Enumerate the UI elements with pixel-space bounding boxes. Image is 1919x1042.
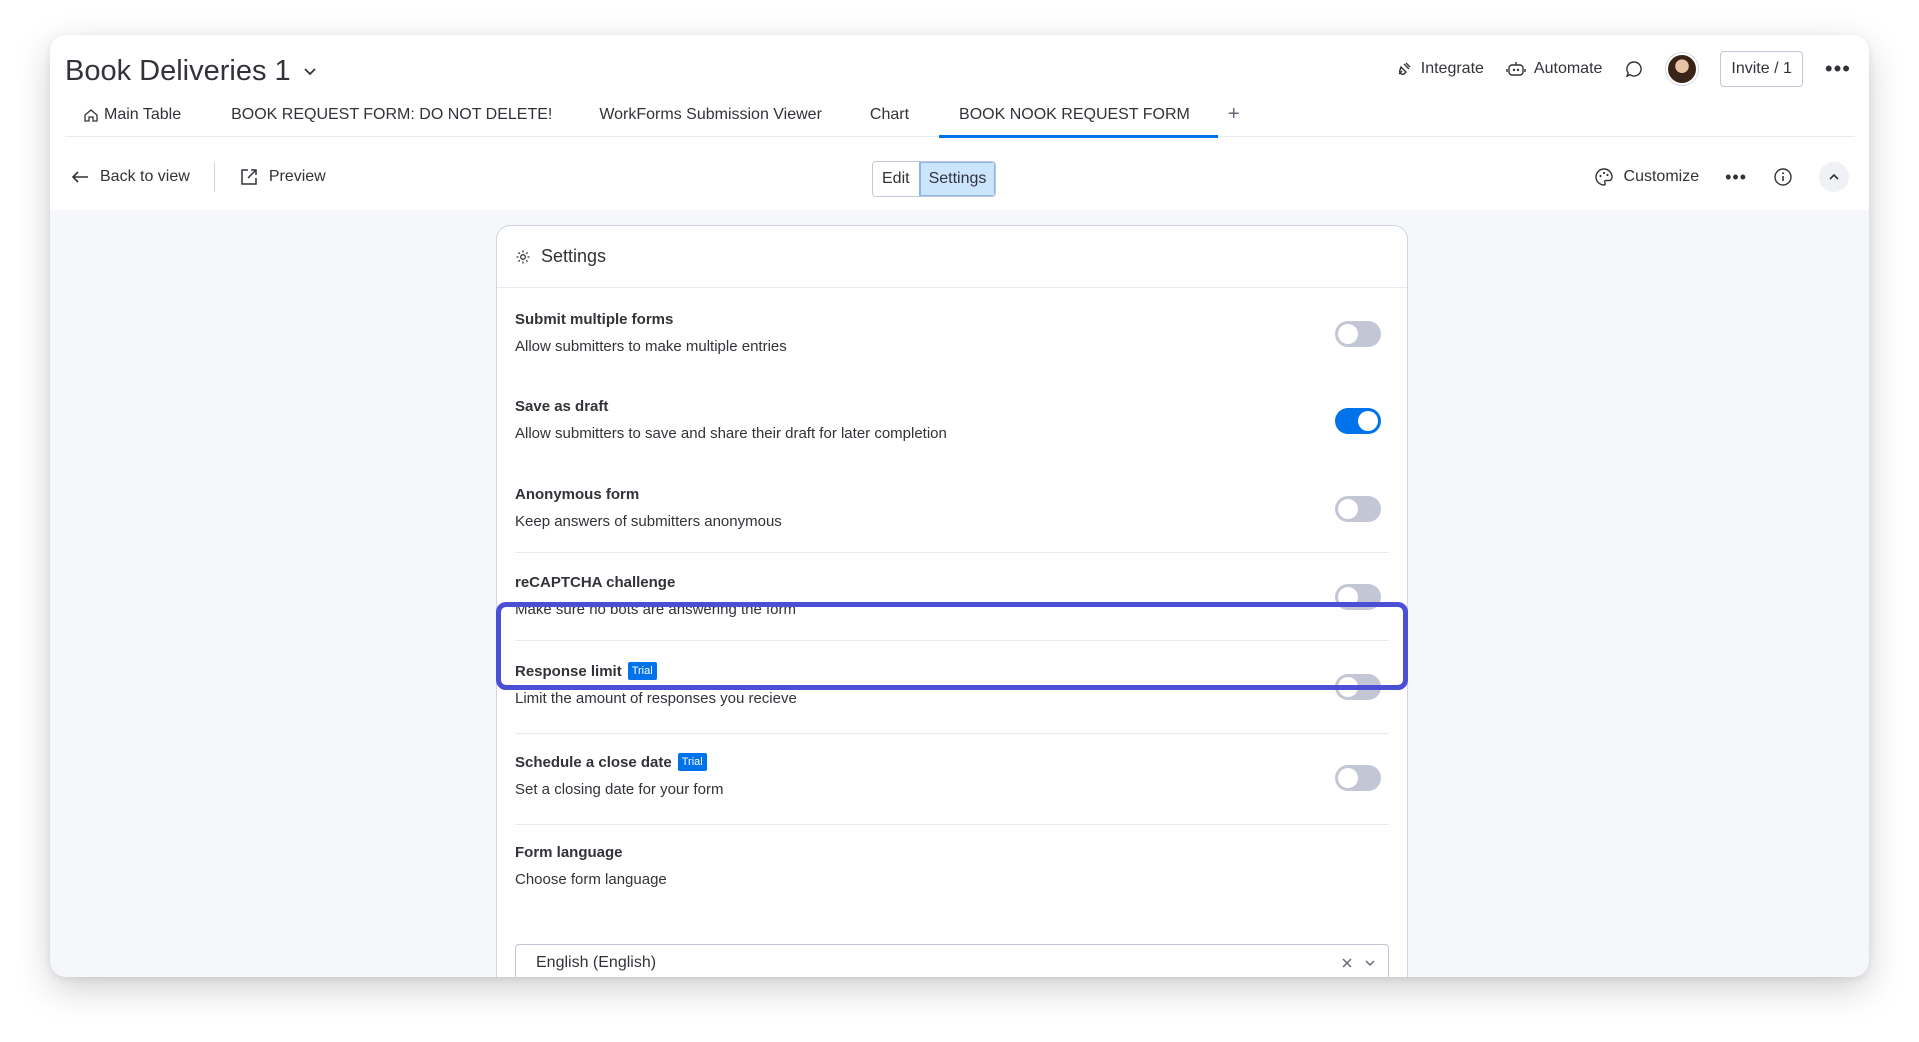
chevron-down-icon[interactable] — [301, 62, 319, 80]
invite-button[interactable]: Invite / 1 — [1720, 51, 1803, 87]
form-toolbar: Back to view Preview Edit Settings Custo… — [50, 145, 1869, 209]
row-divider — [515, 824, 1389, 825]
setting-title: Submit multiple forms — [515, 310, 674, 328]
collapse-header-button[interactable] — [1819, 162, 1849, 192]
setting-description: Allow submitters to make multiple entrie… — [515, 338, 787, 355]
board-title-text: Book Deliveries 1 — [65, 54, 291, 87]
setting-description: Allow submitters to save and share their… — [515, 425, 947, 442]
customize-button[interactable]: Customize — [1594, 167, 1700, 187]
more-options-icon[interactable]: ••• — [1825, 58, 1851, 80]
setting-description: Limit the amount of responses you reciev… — [515, 690, 797, 707]
info-icon[interactable] — [1773, 167, 1793, 187]
gear-icon — [515, 249, 531, 265]
tab-main-table[interactable]: Main Table — [65, 93, 199, 137]
settings-button[interactable]: Settings — [918, 162, 996, 196]
top-bar: Book Deliveries 1 Integrate Automate Inv… — [50, 35, 1869, 210]
tab-workforms-submission-viewer[interactable]: WorkForms Submission Viewer — [584, 93, 854, 137]
setting-description: Make sure no bots are answering the form — [515, 601, 796, 618]
home-icon — [83, 107, 99, 123]
tab-label: BOOK REQUEST FORM: DO NOT DELETE! — [231, 105, 553, 123]
palette-icon — [1594, 167, 1614, 187]
setting-title: Schedule a close date Trial — [515, 752, 1389, 772]
plug-icon — [1395, 60, 1413, 78]
integrate-label: Integrate — [1420, 60, 1484, 77]
toolbar-more-icon[interactable]: ••• — [1725, 168, 1747, 186]
settings-panel: Settings Submit multiple forms Allow sub… — [496, 225, 1408, 977]
setting-title-text: Response limit — [515, 662, 622, 680]
save-as-draft-toggle[interactable] — [1335, 408, 1381, 434]
tab-label: BOOK NOOK REQUEST FORM — [959, 105, 1190, 123]
header-actions: Integrate Automate Invite / 1 ••• — [1395, 49, 1851, 89]
tab-label: WorkForms Submission Viewer — [599, 105, 822, 123]
trial-badge: Trial — [677, 753, 707, 771]
language-select-value: English (English) — [536, 954, 657, 971]
tab-label: Main Table — [104, 105, 182, 123]
setting-form-language: Form language Choose form language — [515, 842, 1389, 912]
tab-book-nook-request-form[interactable]: BOOK NOOK REQUEST FORM — [939, 93, 1218, 138]
clear-icon[interactable] — [1342, 958, 1352, 968]
schedule-close-date-toggle[interactable] — [1335, 765, 1381, 791]
setting-anonymous-form: Anonymous form Keep answers of submitter… — [515, 484, 1389, 564]
preview-button[interactable]: Preview — [239, 167, 326, 187]
setting-title: Save as draft — [515, 397, 609, 415]
toolbar-divider — [213, 162, 215, 192]
submit-multiple-forms-toggle[interactable] — [1335, 321, 1381, 347]
chevron-up-icon — [1829, 173, 1839, 180]
setting-description: Choose form language — [515, 871, 667, 888]
board-title[interactable]: Book Deliveries 1 — [65, 50, 319, 92]
row-divider — [515, 552, 1389, 553]
language-select[interactable]: English (English) — [515, 944, 1389, 977]
setting-schedule-close-date: Schedule a close date Trial Set a closin… — [515, 752, 1389, 836]
setting-save-as-draft: Save as draft Allow submitters to save a… — [515, 396, 1389, 476]
add-view-button[interactable]: + — [1218, 103, 1250, 126]
setting-title: reCAPTCHA challenge — [515, 573, 676, 591]
chevron-down-icon[interactable] — [1364, 957, 1376, 969]
settings-panel-title: Settings — [541, 246, 607, 266]
back-label: Back to view — [100, 168, 190, 185]
edit-button[interactable]: Edit — [873, 162, 919, 196]
setting-title: Form language — [515, 843, 623, 861]
select-controls — [1342, 945, 1376, 977]
setting-description: Keep answers of submitters anonymous — [515, 513, 782, 530]
arrow-left-icon — [70, 169, 90, 185]
toolbar-left: Back to view Preview — [70, 159, 326, 195]
trial-badge: Trial — [627, 662, 657, 680]
setting-title: Response limit Trial — [515, 661, 1389, 681]
setting-title: Anonymous form — [515, 485, 640, 503]
setting-recaptcha-challenge: reCAPTCHA challenge Make sure no bots ar… — [515, 572, 1389, 652]
setting-title-text: Schedule a close date — [515, 753, 672, 771]
row-divider — [515, 733, 1389, 734]
toolbar-right: Customize ••• — [1594, 159, 1849, 195]
response-limit-toggle[interactable] — [1335, 674, 1381, 700]
back-to-view-button[interactable]: Back to view — [70, 168, 190, 186]
anonymous-form-toggle[interactable] — [1335, 496, 1381, 522]
row-divider — [515, 640, 1389, 641]
setting-response-limit: Response limit Trial Limit the amount of… — [515, 661, 1389, 745]
automate-button[interactable]: Automate — [1506, 60, 1602, 78]
tab-book-request-form[interactable]: BOOK REQUEST FORM: DO NOT DELETE! — [199, 93, 584, 137]
customize-label: Customize — [1623, 168, 1700, 185]
app-window: Book Deliveries 1 Integrate Automate Inv… — [50, 35, 1869, 977]
comment-icon[interactable] — [1624, 59, 1644, 79]
preview-label: Preview — [268, 168, 326, 185]
robot-icon — [1506, 60, 1526, 78]
view-tabs: Main Table BOOK REQUEST FORM: DO NOT DEL… — [65, 93, 1855, 138]
avatar[interactable] — [1666, 53, 1699, 85]
external-link-icon — [239, 167, 259, 187]
setting-description: Set a closing date for your form — [515, 781, 724, 798]
recaptcha-toggle[interactable] — [1335, 584, 1381, 610]
integrate-button[interactable]: Integrate — [1395, 60, 1484, 78]
settings-panel-header: Settings — [497, 226, 1407, 288]
setting-submit-multiple-forms: Submit multiple forms Allow submitters t… — [515, 309, 1389, 389]
tab-label: Chart — [869, 105, 910, 123]
edit-settings-switch: Edit Settings — [872, 161, 997, 197]
automate-label: Automate — [1533, 60, 1603, 77]
tab-chart[interactable]: Chart — [854, 93, 939, 137]
